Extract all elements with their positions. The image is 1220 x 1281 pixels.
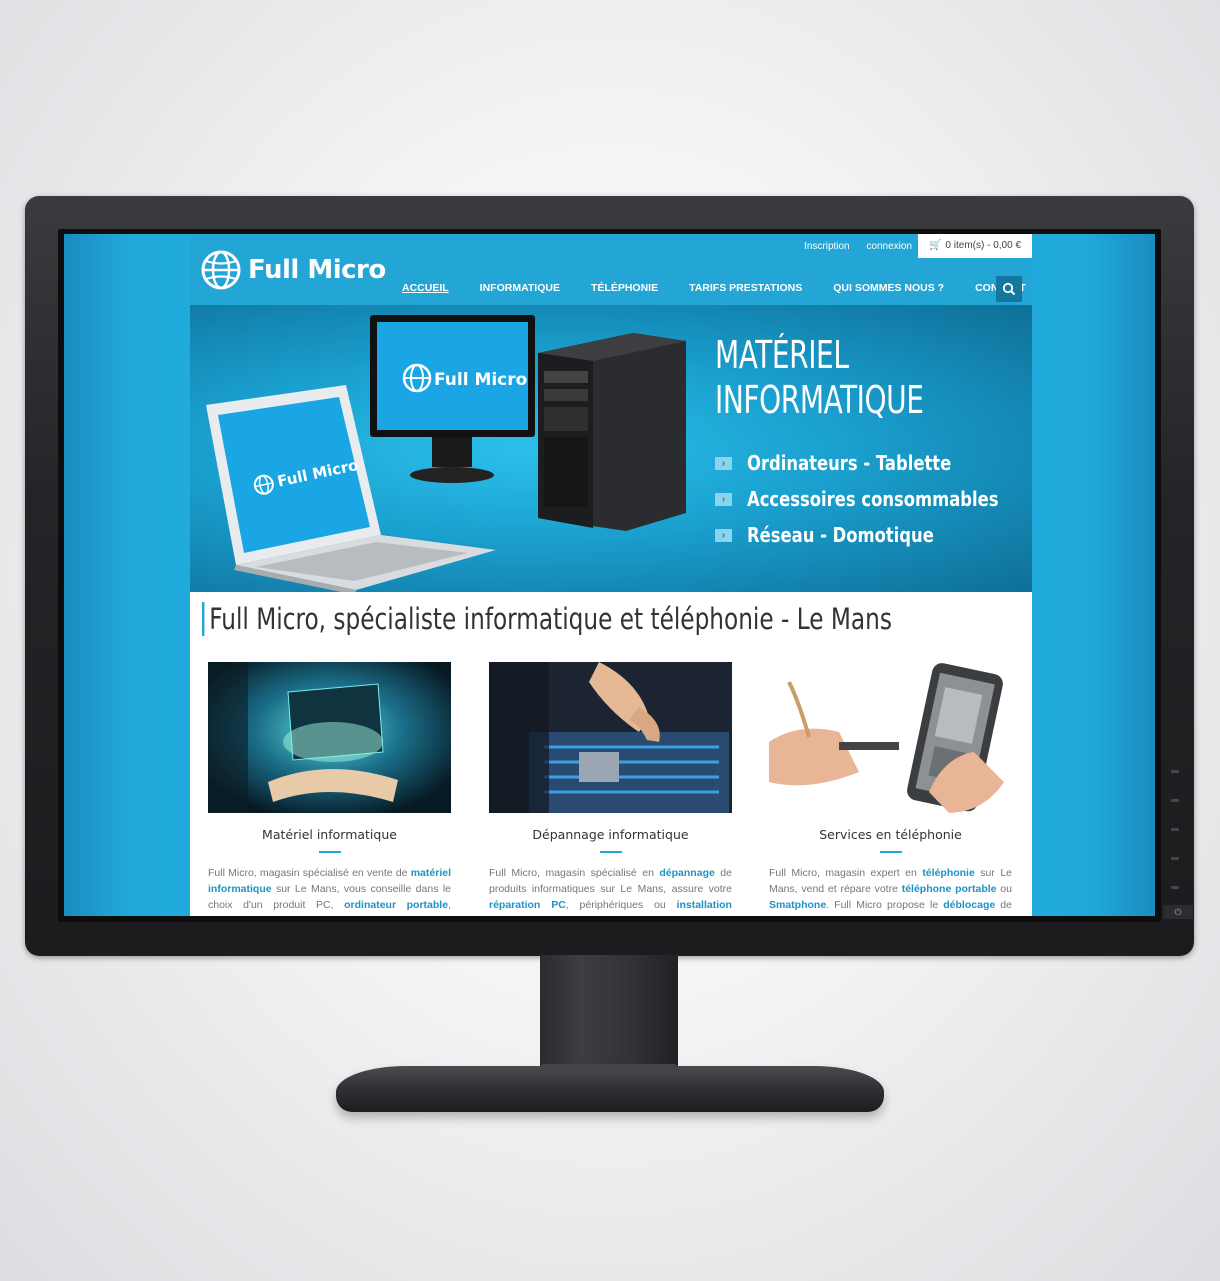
materiel-image[interactable] [208,662,451,813]
text-run: Full Micro, magasin expert en [769,867,923,879]
chevron-right-icon: › [715,528,732,542]
hero-item[interactable]: › Ordinateurs - Tablette [715,445,1032,481]
feature-column-depannage: Dépannage informatique Full Micro, magas… [489,662,732,916]
title-underline [318,851,341,853]
monitor-stand-neck [540,955,678,1073]
account-links: Inscription connexion [790,241,912,252]
column-title: Matériel informatique [262,827,397,842]
feature-column-telephonie: Services en téléphonie Full Micro, magas… [769,662,1012,916]
column-text: Full Micro, magasin spécialisé en dépann… [489,865,732,916]
text-run: , ainsi que divers [882,915,961,916]
keyword-link[interactable]: téléphonie [922,867,975,879]
logo[interactable]: Full Micro [200,248,386,292]
hero-item[interactable]: › Accessoires consommables [715,481,1032,517]
text-run: Full Micro, magasin spécialisé en vente … [208,867,411,879]
login-link[interactable]: connexion [866,241,912,252]
column-title: Services en téléphonie [819,827,962,842]
feature-column-materiel: Matériel informatique Full Micro, magasi… [208,662,451,916]
column-title: Dépannage informatique [532,827,689,842]
title-underline [879,851,902,853]
monitor-side-buttons [1171,770,1181,915]
main-nav: ACCUEIL INFORMATIQUE TÉLÉPHONIE TARIFS P… [402,282,1032,294]
hero-list: › Ordinateurs - Tablette › Accessoires c… [715,445,1032,553]
power-icon[interactable]: ⏻ [1163,905,1193,919]
hero-title: MATÉRIEL INFORMATIQUE [715,333,924,422]
website: Full Micro Inscription connexion 🛒 0 item… [190,234,1032,916]
title-underline [599,851,622,853]
nav-item-tarifs[interactable]: TARIFS PRESTATIONS [689,282,802,294]
keyword-link[interactable]: téléphone portable [902,883,997,895]
telephonie-image[interactable] [769,662,1012,813]
text-run: dans les meilleurs délais. [523,915,643,916]
cart-icon: 🛒 [928,240,942,251]
keyword-link[interactable]: ordinateur portable [344,899,448,911]
hero-banner[interactable]: Full Micro Full Micro MATÉRIEL INFORMATI… [190,305,1032,592]
keyword-link[interactable]: réparation PC [489,899,566,911]
monitor-screen: Full Micro Inscription connexion 🛒 0 item… [64,234,1155,916]
column-text: Full Micro, magasin spécialisé en vente … [208,865,451,916]
signup-link[interactable]: Inscription [804,241,850,252]
column-text: Full Micro, magasin expert en téléphonie… [769,865,1012,916]
search-icon [1002,282,1016,296]
pc-tower-image [538,333,686,531]
search-button[interactable] [996,276,1022,302]
keyword-link[interactable]: téléphone mobile [795,915,881,916]
text-run: . Full Micro propose le [826,899,944,911]
keyword-link[interactable]: assemblage PC sur mesure [208,915,345,916]
keyword-link[interactable]: périphérique [351,915,415,916]
logo-text: Full Micro [248,255,386,285]
nav-item-informatique[interactable]: INFORMATIQUE [480,282,560,294]
chevron-right-icon: › [715,492,732,506]
hero-item[interactable]: › Réseau - Domotique [715,517,1032,553]
depannage-image[interactable] [489,662,732,813]
globe-icon [201,250,241,290]
text-run: ou [996,883,1012,895]
cart-button[interactable]: 🛒 0 item(s) - 0,00 € [918,234,1032,258]
text-run: , [448,899,451,911]
chevron-right-icon: › [715,456,732,470]
nav-item-accueil[interactable]: ACCUEIL [402,282,449,294]
cart-summary: 0 item(s) - 0,00 € [945,240,1022,251]
desktop-monitor-image: Full Micro [370,315,535,483]
page-title: Full Micro, spécialiste informatique et … [202,602,892,636]
site-header: Full Micro Inscription connexion 🛒 0 item… [190,234,1032,305]
text-run: , périphériques ou [565,899,677,911]
keyword-link[interactable]: Smatphone [769,899,826,911]
nav-item-qui-sommes-nous[interactable]: QUI SOMMES NOUS ? [833,282,944,294]
monitor-stand-joint [540,1064,678,1076]
nav-item-telephonie[interactable]: TÉLÉPHONIE [591,282,658,294]
monitor-screen-brand: Full Micro [434,370,527,390]
keyword-link[interactable]: dépannage [659,867,714,879]
text-run: Full Micro, magasin spécialisé en [489,867,660,879]
keyword-link[interactable]: déblocage [943,899,995,911]
